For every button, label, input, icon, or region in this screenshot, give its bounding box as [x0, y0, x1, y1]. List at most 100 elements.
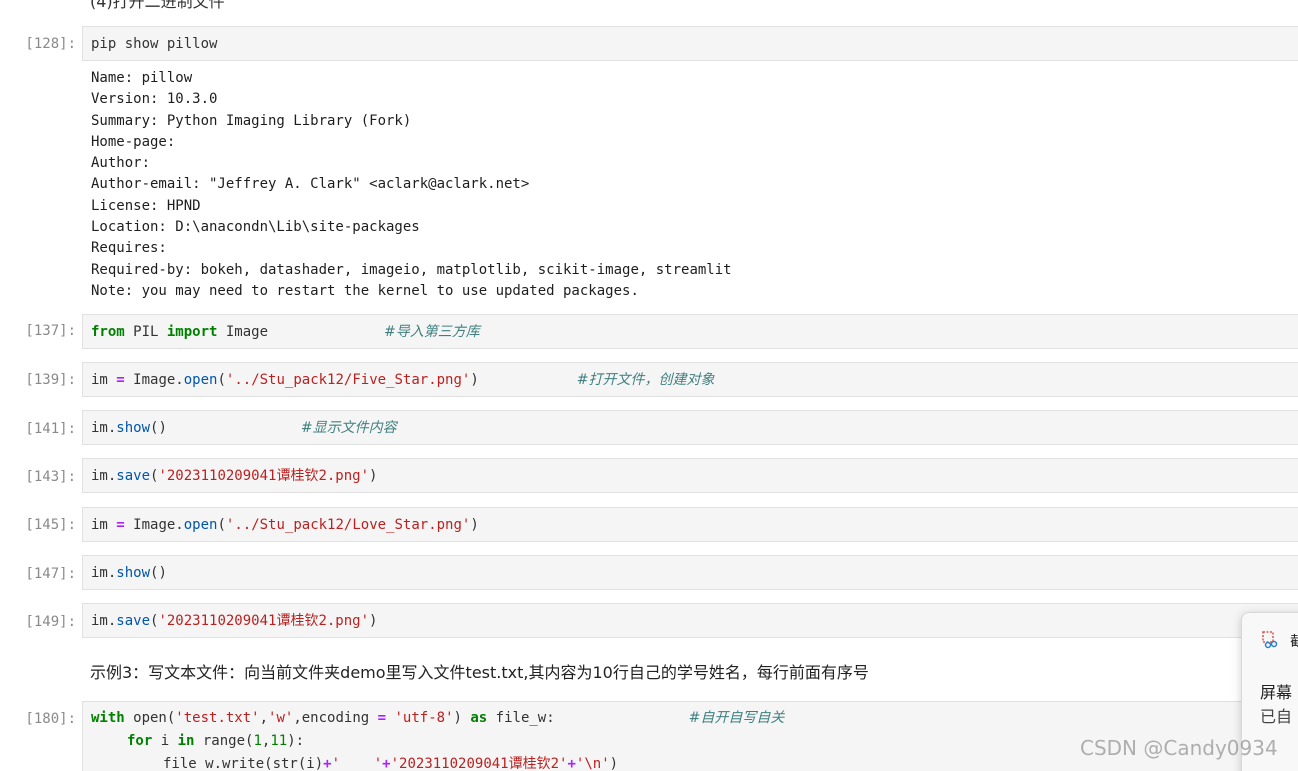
- code-string: '2023110209041谭桂钦2.png': [158, 613, 370, 629]
- code-line: im.show(): [91, 562, 167, 584]
- code-token: file_w:: [487, 710, 555, 726]
- code-operator: +: [323, 756, 332, 771]
- code-operator: =: [116, 517, 125, 533]
- code-operator: =: [116, 372, 125, 388]
- code-line-1: with open('test.txt','w',encoding = 'utf…: [91, 707, 784, 729]
- code-token: open(: [124, 710, 176, 726]
- code-cell-input[interactable]: im = Image.open('../Stu_pack12/Five_Star…: [82, 362, 1298, 397]
- keyword-from: from: [91, 324, 125, 340]
- cell-prompt: [147]:: [25, 566, 76, 582]
- code-token: (: [217, 517, 226, 533]
- code-token: range(: [194, 733, 254, 749]
- code-comment: #导入第三方库: [384, 324, 480, 340]
- import-name: Image: [217, 324, 269, 340]
- section-heading: (4)打开二进制文件: [90, 0, 225, 11]
- code-cell-input[interactable]: im = Image.open('../Stu_pack12/Love_Star…: [82, 507, 1298, 542]
- code-comment: #打开文件，创建对象: [576, 372, 715, 388]
- code-cell-input[interactable]: from PIL import Image #导入第三方库: [82, 314, 1298, 349]
- code-token: file_w.write(str(i): [163, 756, 324, 771]
- code-comment: #显示文件内容: [300, 420, 397, 436]
- code-token: ): [369, 468, 378, 484]
- code-operator: +: [382, 756, 391, 771]
- cell-prompt: [143]:: [25, 469, 76, 485]
- cell-prompt: [141]:: [25, 421, 76, 437]
- code-line: im = Image.open('../Stu_pack12/Love_Star…: [91, 514, 479, 536]
- code-string: 'test.txt': [175, 710, 260, 726]
- code-cell-input[interactable]: im.show() #显示文件内容: [82, 410, 1298, 445]
- code-cell-input[interactable]: im.save('2023110209041谭桂钦2.png'): [82, 603, 1298, 638]
- code-string: '../Stu_pack12/Love_Star.png': [225, 517, 471, 533]
- code-string: 'utf-8': [394, 710, 454, 726]
- code-line: im.show() #显示文件内容: [91, 417, 397, 439]
- code-token: Image.: [124, 517, 184, 533]
- code-number: 11: [270, 733, 288, 749]
- code-line-3: file_w.write(str(i)+' '+'2023110209041谭桂…: [163, 753, 618, 771]
- code-line: im = Image.open('../Stu_pack12/Five_Star…: [91, 369, 715, 391]
- code-string: ' ': [331, 756, 383, 771]
- code-comment: #自开自写自关: [688, 710, 785, 726]
- code-token: im.: [91, 468, 117, 484]
- code-line: im.save('2023110209041谭桂钦2.png'): [91, 610, 377, 632]
- code-token: (: [217, 372, 226, 388]
- markdown-cell-text: 示例3：写文本文件：向当前文件夹demo里写入文件test.txt,其内容为10…: [90, 663, 869, 682]
- code-string: '\n': [575, 756, 610, 771]
- keyword-import: import: [166, 324, 218, 340]
- code-cell-input[interactable]: im.show(): [82, 555, 1298, 590]
- code-function: open: [183, 517, 218, 533]
- module-name: PIL: [124, 324, 167, 340]
- keyword-as: as: [470, 710, 488, 726]
- code-function: save: [116, 613, 151, 629]
- code-operator: +: [567, 756, 576, 771]
- keyword-in: in: [177, 733, 195, 749]
- code-line: im.save('2023110209041谭桂钦2.png'): [91, 465, 377, 487]
- code-string: '2023110209041谭桂钦2.png': [158, 468, 370, 484]
- code-token: im.: [91, 613, 117, 629]
- code-token: ): [470, 372, 479, 388]
- code-token: ): [453, 710, 471, 726]
- code-line: pip show pillow: [91, 36, 218, 52]
- code-function: show: [116, 565, 151, 581]
- notification-line-1: 屏幕: [1260, 683, 1293, 702]
- code-token: ,encoding: [293, 710, 378, 726]
- cell-prompt: [145]:: [25, 517, 76, 533]
- code-cell-input[interactable]: pip show pillow: [82, 26, 1298, 61]
- code-token: (): [150, 420, 167, 436]
- code-string: '2023110209041谭桂钦2': [390, 756, 568, 771]
- code-token: (): [150, 565, 167, 581]
- notebook-page: (4)打开二进制文件 [128]: pip show pillow Name: …: [0, 0, 1298, 771]
- cell-prompt: [137]:: [25, 323, 76, 339]
- notification-title: 截: [1290, 634, 1298, 650]
- code-function: open: [183, 372, 218, 388]
- notification-line-2: 已自: [1260, 707, 1293, 726]
- code-string: 'w': [268, 710, 294, 726]
- code-operator: =: [377, 710, 387, 726]
- code-line-2: for i in range(1,11):: [127, 730, 304, 752]
- code-cell-input[interactable]: im.save('2023110209041谭桂钦2.png'): [82, 458, 1298, 493]
- code-token: ): [470, 517, 479, 533]
- cell-prompt: [128]:: [25, 36, 76, 52]
- cell-prompt: [139]:: [25, 372, 76, 388]
- code-number: 1: [253, 733, 262, 749]
- cell-output: Name: pillow Version: 10.3.0 Summary: Py…: [91, 70, 732, 299]
- code-line: from PIL import Image #导入第三方库: [91, 321, 480, 343]
- keyword-for: for: [127, 733, 153, 749]
- cell-prompt: [149]:: [25, 614, 76, 630]
- code-token: im.: [91, 565, 117, 581]
- csdn-watermark: CSDN @Candy0934: [1080, 736, 1278, 760]
- code-function: save: [116, 468, 151, 484]
- code-token: i: [152, 733, 178, 749]
- code-token: im.: [91, 420, 117, 436]
- snipping-tool-icon: [1262, 631, 1278, 649]
- code-token: Image.: [124, 372, 184, 388]
- code-token: ):: [287, 733, 305, 749]
- code-token: ,: [259, 710, 269, 726]
- code-token: ): [609, 756, 619, 771]
- cell-prompt: [180]:: [25, 711, 76, 727]
- code-function: show: [116, 420, 151, 436]
- code-token: im: [91, 372, 117, 388]
- keyword-with: with: [91, 710, 125, 726]
- code-token: im: [91, 517, 117, 533]
- code-token: ): [369, 613, 378, 629]
- code-string: '../Stu_pack12/Five_Star.png': [225, 372, 471, 388]
